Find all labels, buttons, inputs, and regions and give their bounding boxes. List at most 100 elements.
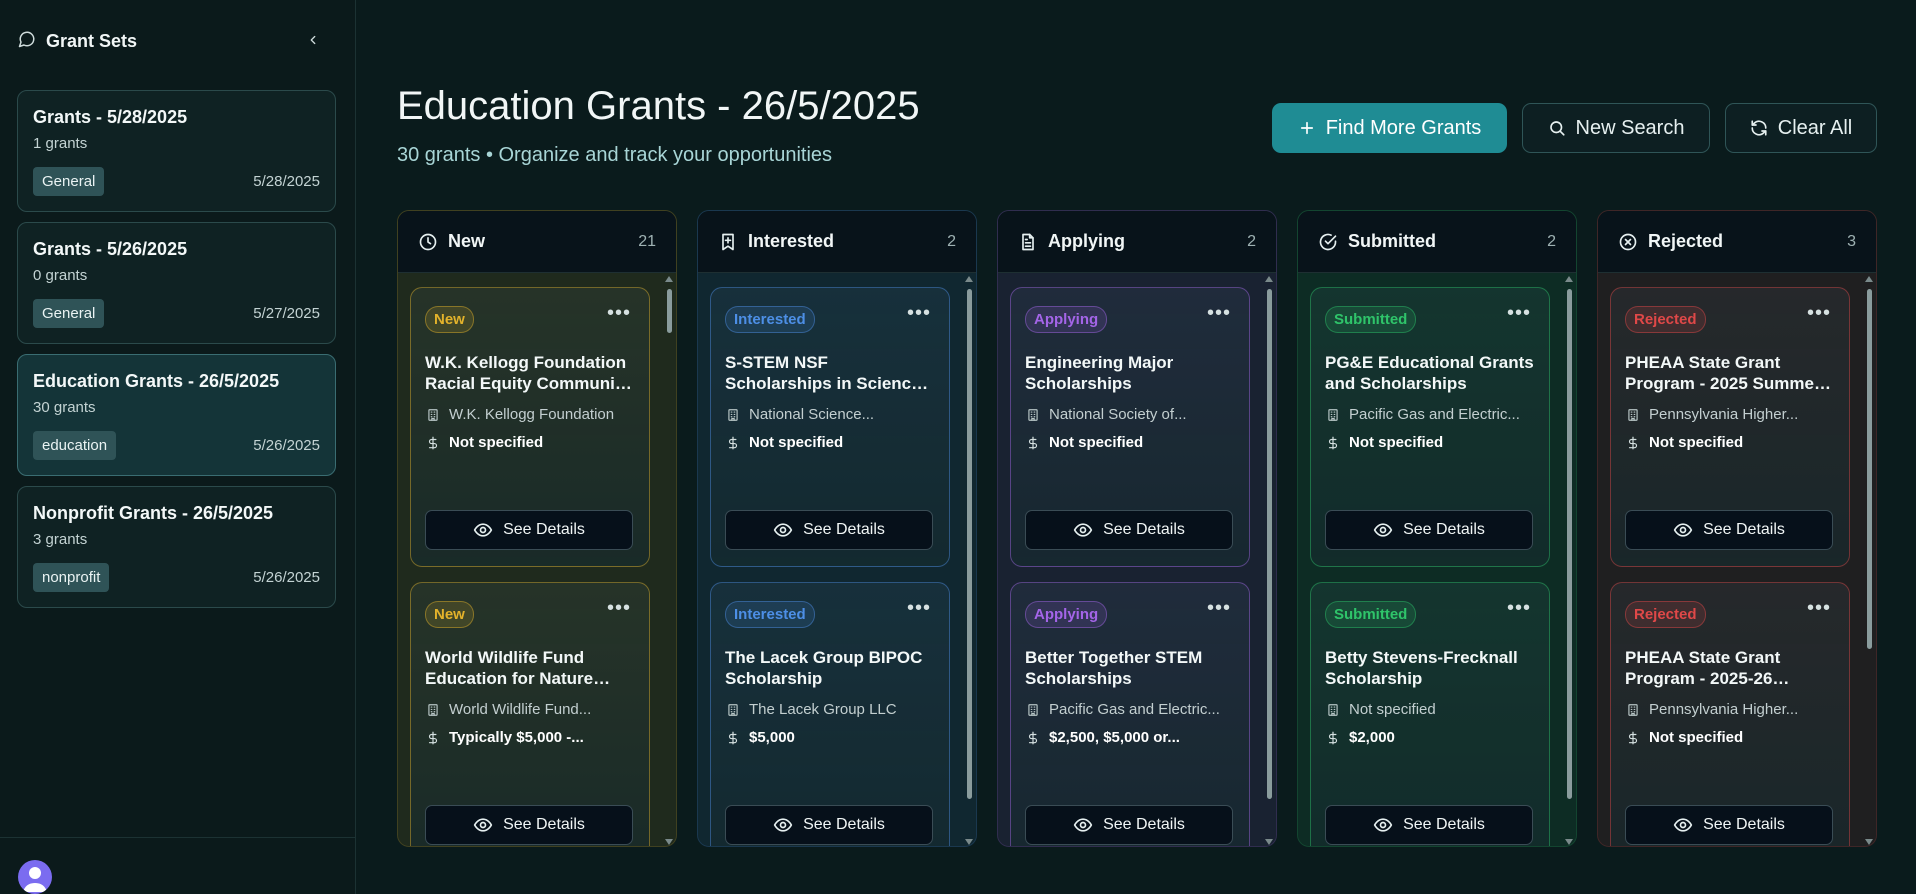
building-icon (425, 408, 441, 422)
scroll-down-arrow[interactable] (1265, 839, 1273, 845)
grant-card[interactable]: Rejected ••• PHEAA State Grant Program - 2… (1610, 582, 1850, 846)
eye-icon (473, 815, 493, 835)
grant-amount: Not specified (1625, 729, 1837, 746)
grant-set-date: 5/26/2025 (253, 569, 320, 586)
scroll-down-arrow[interactable] (665, 839, 673, 845)
more-options-icon[interactable]: ••• (607, 597, 631, 620)
building-icon (425, 703, 441, 717)
check-circle-icon (1318, 232, 1338, 252)
scroll-down-arrow[interactable] (1565, 839, 1573, 845)
grant-card[interactable]: Interested ••• The Lacek Group BIPOC Schol… (710, 582, 950, 846)
grant-title: PHEAA State Grant Program - 2025-26 Acad… (1625, 648, 1781, 688)
see-details-label: See Details (1403, 521, 1485, 538)
grant-title: Betty Stevens-Frecknall Scholarship (1325, 648, 1518, 688)
see-details-button[interactable]: See Details (725, 510, 933, 550)
building-icon (1625, 408, 1641, 422)
see-details-button[interactable]: See Details (425, 805, 633, 845)
new-search-label: New Search (1575, 116, 1685, 139)
plus-icon (1298, 119, 1316, 137)
scroll-up-arrow[interactable] (665, 276, 673, 282)
scroll-up-arrow[interactable] (965, 276, 973, 282)
dollar-icon (1625, 436, 1641, 450)
scroll-down-arrow[interactable] (965, 839, 973, 845)
grant-set-count: 0 grants (33, 267, 88, 284)
grant-card[interactable]: Applying ••• Better Together STEM Scholars… (1010, 582, 1250, 846)
more-options-icon[interactable]: ••• (1507, 302, 1531, 325)
scroll-down-arrow[interactable] (1865, 839, 1873, 845)
more-options-icon[interactable]: ••• (1807, 597, 1831, 620)
column-title: Applying (1048, 231, 1125, 251)
column-header: Applying 2 (998, 211, 1276, 273)
grant-set-card[interactable]: Nonprofit Grants - 26/5/2025 3 grants nonp… (17, 486, 336, 608)
scroll-up-arrow[interactable] (1865, 276, 1873, 282)
column-count: 2 (1247, 232, 1256, 250)
grant-amount: Not specified (725, 434, 937, 451)
grant-card[interactable]: New ••• World Wildlife Fund Education for … (410, 582, 650, 846)
see-details-button[interactable]: See Details (1025, 805, 1233, 845)
column-body: Applying ••• Engineering Major Scholarship… (998, 273, 1276, 846)
eye-icon (773, 815, 793, 835)
building-icon (725, 703, 741, 717)
clear-all-button[interactable]: Clear All (1725, 103, 1877, 153)
grant-card[interactable]: Submitted ••• Betty Stevens-Frecknall Scho… (1310, 582, 1550, 846)
find-more-grants-button[interactable]: Find More Grants (1272, 103, 1507, 153)
more-options-icon[interactable]: ••• (1207, 302, 1231, 325)
more-options-icon[interactable]: ••• (907, 597, 931, 620)
scroll-up-arrow[interactable] (1565, 276, 1573, 282)
see-details-button[interactable]: See Details (425, 510, 633, 550)
scrollbar-thumb[interactable] (1267, 289, 1272, 799)
column-body: New ••• W.K. Kellogg Foundation Racial Equ… (398, 273, 676, 846)
scrollbar-thumb[interactable] (1867, 289, 1872, 649)
collapse-sidebar-button[interactable] (301, 31, 325, 52)
see-details-button[interactable]: See Details (1325, 805, 1533, 845)
grant-organization: Pacific Gas and Electric... (1325, 406, 1537, 423)
sidebar: Grant Sets Grants - 5/28/2025 1 grants Gen… (0, 0, 356, 894)
more-options-icon[interactable]: ••• (1507, 597, 1531, 620)
see-details-button[interactable]: See Details (725, 805, 933, 845)
column-rejected: Rejected 3 Rejected ••• PHEAA State Grant Pr… (1597, 210, 1877, 847)
see-details-button[interactable]: See Details (1325, 510, 1533, 550)
new-search-button[interactable]: New Search (1522, 103, 1710, 153)
see-details-button[interactable]: See Details (1625, 510, 1833, 550)
x-circle-icon (1618, 232, 1638, 252)
grant-set-date: 5/28/2025 (253, 173, 320, 190)
scrollbar-thumb[interactable] (1567, 289, 1572, 799)
grant-set-card[interactable]: Grants - 5/26/2025 0 grants General 5/27/20… (17, 222, 336, 344)
user-avatar[interactable] (18, 860, 52, 894)
see-details-label: See Details (503, 521, 585, 538)
grant-card[interactable]: Interested ••• S-STEM NSF Scholarships in … (710, 287, 950, 567)
find-more-grants-label: Find More Grants (1325, 116, 1482, 139)
grant-organization: National Science... (725, 406, 937, 423)
column-applying: Applying 2 Applying ••• Engineering Major Sc… (997, 210, 1277, 847)
column-title: Rejected (1648, 231, 1724, 251)
grant-organization: Pennsylvania Higher... (1625, 406, 1837, 423)
scrollbar-thumb[interactable] (667, 289, 672, 333)
grant-card[interactable]: Rejected ••• PHEAA State Grant Program - 2… (1610, 287, 1850, 567)
grant-card[interactable]: Submitted ••• PG&E Educational Grants and … (1310, 287, 1550, 567)
column-count: 21 (638, 232, 656, 250)
see-details-label: See Details (803, 816, 885, 833)
building-icon (1325, 703, 1341, 717)
grant-set-card[interactable]: Education Grants - 26/5/2025 30 grants edu… (17, 354, 336, 476)
scroll-up-arrow[interactable] (1265, 276, 1273, 282)
column-count: 2 (947, 232, 956, 250)
search-icon (1548, 119, 1566, 137)
grant-card[interactable]: New ••• W.K. Kellogg Foundation Racial Equ… (410, 287, 650, 567)
grant-set-card[interactable]: Grants - 5/28/2025 1 grants General 5/28/20… (17, 90, 336, 212)
grant-title: Engineering Major Scholarships (1025, 353, 1174, 393)
clock-icon (418, 232, 438, 252)
grant-set-name: Grants - 5/26/2025 (33, 239, 188, 259)
column-interested: Interested 2 Interested ••• S-STEM NSF Schol… (697, 210, 977, 847)
user-icon (23, 867, 47, 892)
more-options-icon[interactable]: ••• (1807, 302, 1831, 325)
more-options-icon[interactable]: ••• (1207, 597, 1231, 620)
grant-title: Better Together STEM Scholarships (1025, 648, 1203, 688)
see-details-button[interactable]: See Details (1025, 510, 1233, 550)
more-options-icon[interactable]: ••• (607, 302, 631, 325)
scrollbar-thumb[interactable] (967, 289, 972, 799)
more-options-icon[interactable]: ••• (907, 302, 931, 325)
grant-set-tag: General (33, 299, 105, 328)
see-details-button[interactable]: See Details (1625, 805, 1833, 845)
grant-card[interactable]: Applying ••• Engineering Major Scholarship… (1010, 287, 1250, 567)
status-badge: Applying (1025, 601, 1108, 628)
